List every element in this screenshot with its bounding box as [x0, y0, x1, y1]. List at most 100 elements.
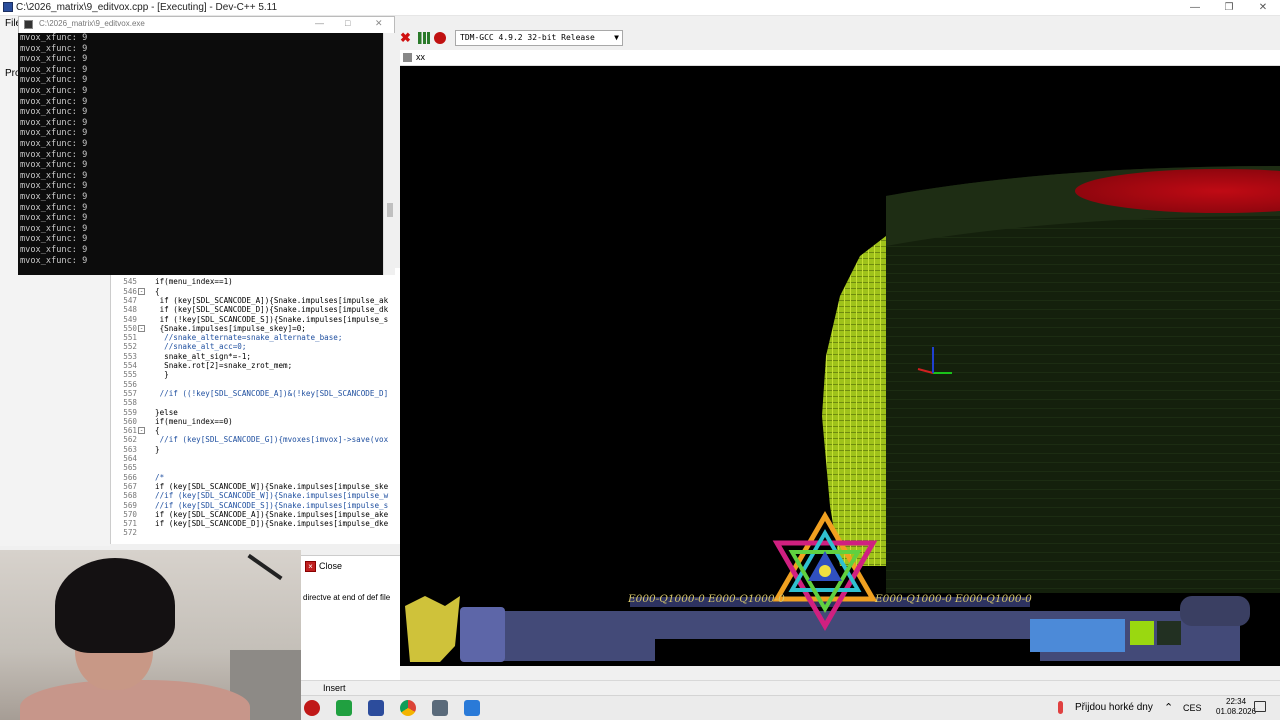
line-number: 546 — [123, 286, 137, 296]
code-text: if (key[SDL_SCANCODE_W]){Snake.impulses[… — [155, 481, 389, 491]
code-line[interactable]: 564 — [111, 454, 400, 463]
console-line: mvox_xfunc: 9 — [20, 33, 88, 43]
webcam-person-body — [20, 680, 250, 720]
code-line[interactable]: 550- {Snake.impulses[impulse_skey]=0; — [111, 324, 400, 333]
fold-toggle-icon[interactable]: - — [138, 287, 145, 295]
close-icon[interactable]: ✕ — [1246, 0, 1280, 16]
console-close-icon[interactable]: ✕ — [375, 18, 383, 29]
chrome-icon[interactable] — [400, 700, 416, 716]
code-line[interactable]: 561- { — [111, 426, 400, 435]
notification-icon[interactable] — [1254, 701, 1266, 712]
code-line[interactable]: 558 — [111, 398, 400, 407]
code-line[interactable]: 554 Snake.rot[2]=snake_zrot_mem; — [111, 361, 400, 370]
line-number: 550 — [123, 323, 137, 333]
ide-toolbar: ✖ TDM-GCC 4.9.2 32-bit Release ▼ — [396, 28, 1280, 48]
console-line: mvox_xfunc: 9 — [20, 181, 88, 192]
debug-bug-icon[interactable] — [434, 32, 446, 44]
game-window-title: xx — [416, 52, 425, 62]
console-line: mvox_xfunc: 9 — [20, 75, 88, 86]
app-active-window-icon[interactable] — [464, 700, 480, 716]
code-line[interactable]: 555 } — [111, 370, 400, 379]
line-number: 548 — [123, 305, 137, 315]
code-line[interactable]: 559}else — [111, 408, 400, 417]
input-language[interactable]: CES — [1183, 703, 1202, 713]
code-line[interactable]: 547 if (key[SDL_SCANCODE_A]){Snake.impul… — [111, 296, 400, 305]
line-number: 560 — [123, 416, 137, 426]
console-line: mvox_xfunc: 9 — [20, 139, 88, 149]
console-line: mvox_xfunc: 9 — [20, 64, 88, 75]
code-line[interactable]: 565 — [111, 463, 400, 472]
console-line: mvox_xfunc: 9 — [20, 245, 88, 255]
app-record-icon[interactable] — [304, 700, 320, 716]
code-line[interactable]: 568 //if (key[SDL_SCANCODE_W]){Snake.impu… — [111, 491, 400, 500]
code-editor[interactable]: 544545if(menu_index==1)546-{547 if (key[… — [110, 268, 400, 544]
code-line[interactable]: 557 //if ((!key[SDL_SCANCODE_A])&(!key[S… — [111, 389, 400, 398]
stop-execution-icon[interactable]: ✖ — [400, 31, 412, 44]
line-number: 565 — [123, 463, 137, 473]
code-text: {Snake.impulses[impulse_skey]=0; — [155, 323, 306, 333]
code-line[interactable]: 562 //if (key[SDL_SCANCODE_G]){mvoxes[im… — [111, 435, 400, 444]
weather-text[interactable]: Přijdou horké dny — [1075, 702, 1153, 713]
line-number: 569 — [123, 500, 137, 510]
code-line[interactable]: 569 //if (key[SDL_SCANCODE_S]){Snake.impu… — [111, 501, 400, 510]
code-line[interactable]: 549 if (!key[SDL_SCANCODE_S]){Snake.impu… — [111, 315, 400, 324]
devcpp-taskbar-icon[interactable] — [368, 700, 384, 716]
console-line: mvox_xfunc: 9 — [20, 234, 88, 245]
console-scrollbar[interactable] — [383, 33, 395, 275]
code-line[interactable]: 571 if (key[SDL_SCANCODE_D]){Snake.impuls… — [111, 519, 400, 528]
console-line: mvox_xfunc: 9 — [20, 107, 88, 118]
line-number: 558 — [123, 398, 137, 408]
code-text: //snake_alt_acc=0; — [155, 342, 247, 352]
console-line: mvox_xfunc: 9 — [20, 86, 88, 96]
code-line[interactable]: 553 snake_alt_sign*=-1; — [111, 352, 400, 361]
code-line[interactable]: 560 if(menu_index==0) — [111, 417, 400, 426]
console-line: mvox_xfunc: 9 — [20, 54, 88, 65]
console-window-title: C:\2026_matrix\9_editvox.exe — [39, 19, 145, 28]
console-maximize-icon[interactable]: □ — [345, 18, 350, 28]
code-text: } — [155, 444, 160, 454]
code-line[interactable]: 546- { — [111, 287, 400, 296]
line-number: 566 — [123, 472, 137, 482]
code-line[interactable]: 566 /* — [111, 473, 400, 482]
voxel-green-dome — [822, 236, 886, 566]
line-number: 570 — [123, 509, 137, 519]
game-viewport[interactable]: E000-Q1000-0 E000-Q1000-0 E000-Q1000-0 E… — [400, 66, 1280, 666]
log-close-button[interactable]: × Close — [305, 558, 342, 574]
code-line[interactable]: 548 if (key[SDL_SCANCODE_D]){Snake.impul… — [111, 305, 400, 314]
code-line[interactable]: 570 if (key[SDL_SCANCODE_A]){Snake.impuls… — [111, 510, 400, 519]
fold-toggle-icon[interactable]: - — [138, 427, 145, 435]
console-icon — [24, 20, 33, 29]
tray-chevron-up-icon[interactable]: ⌃ — [1164, 701, 1173, 714]
restore-icon[interactable]: ❐ — [1212, 0, 1246, 16]
close-icon: × — [305, 560, 316, 572]
taskbar-clock[interactable]: 22:34 01.08.2026 — [1216, 697, 1256, 717]
code-line[interactable]: 567 if (key[SDL_SCANCODE_W]){Snake.impuls… — [111, 482, 400, 491]
code-line[interactable]: 572 — [111, 528, 400, 537]
line-number: 572 — [123, 528, 137, 538]
compiler-select[interactable]: TDM-GCC 4.9.2 32-bit Release ▼ — [455, 30, 623, 46]
console-line: mvox_xfunc: 9 — [20, 160, 88, 171]
chevron-down-icon: ▼ — [614, 33, 619, 42]
hud-label-4: E000-Q1000-0 — [955, 593, 1032, 605]
console-output[interactable]: mvox_xfunc: 9 mvox_xfunc: 9 mvox_xfunc: 9m… — [18, 33, 383, 275]
code-line[interactable]: 556 — [111, 380, 400, 389]
hud-label-3: E000-Q1000-0 — [875, 593, 952, 605]
ide-status-bar: Insert — [301, 680, 1280, 695]
app-window-icon[interactable] — [432, 700, 448, 716]
app-terminal-icon[interactable] — [336, 700, 352, 716]
code-line[interactable]: 551 //snake_alternate=snake_alternate_ba… — [111, 333, 400, 342]
code-line[interactable]: 563} — [111, 445, 400, 454]
console-scroll-thumb[interactable] — [387, 203, 393, 217]
profile-chart-icon[interactable] — [418, 32, 430, 44]
console-minimize-icon[interactable]: — — [315, 18, 324, 28]
fold-toggle-icon[interactable]: - — [138, 324, 145, 332]
clock-date: 01.08.2026 — [1216, 707, 1257, 716]
log-close-label: Close — [319, 561, 343, 571]
code-text: //if (key[SDL_SCANCODE_S]){Snake.impulse… — [155, 500, 389, 510]
console-line: mvox_xfunc: 9 — [20, 255, 88, 266]
line-number: 556 — [123, 379, 137, 389]
console-line: mvox_xfunc: 9 — [20, 96, 88, 107]
code-line[interactable]: 552 //snake_alt_acc=0; — [111, 342, 400, 351]
minimize-icon[interactable]: — — [1178, 0, 1212, 16]
code-line[interactable]: 545 if(menu_index==1) — [111, 277, 400, 286]
